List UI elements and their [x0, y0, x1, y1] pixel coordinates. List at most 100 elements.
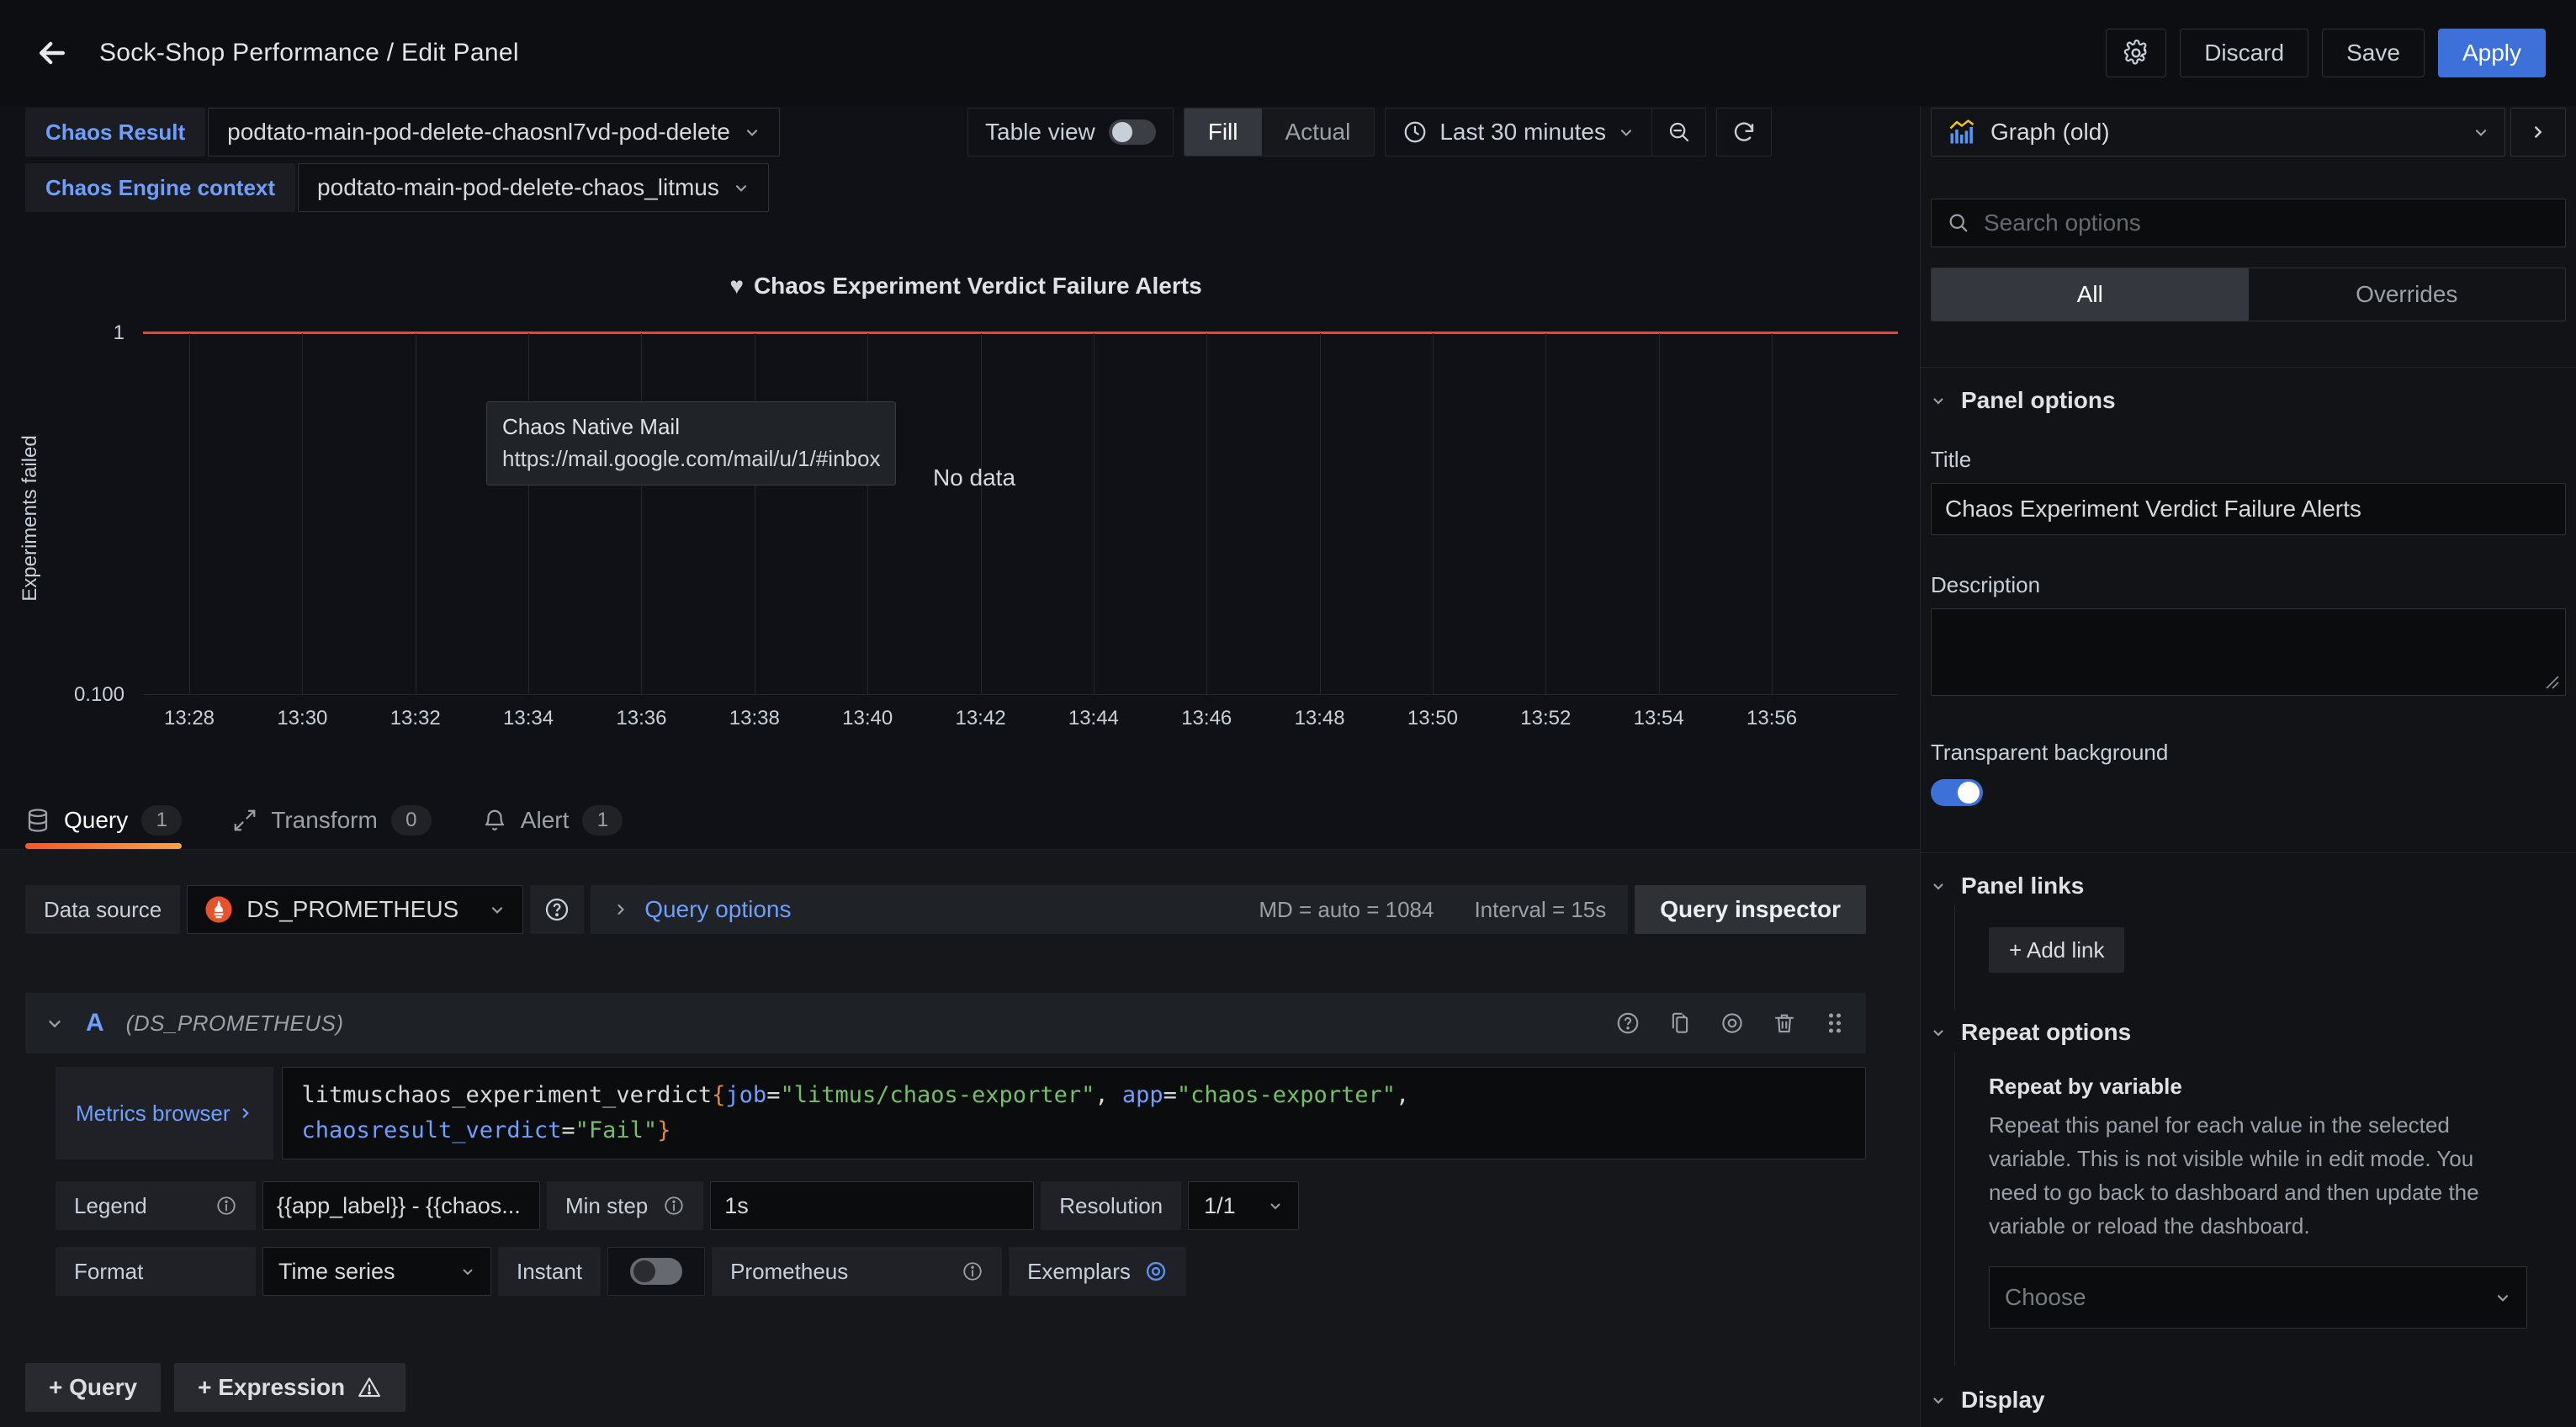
panel-title-input[interactable]: [1931, 483, 2566, 535]
description-field-label: Description: [1931, 572, 2566, 598]
exemplars-field[interactable]: Exemplars: [1009, 1247, 1186, 1296]
query-row-header[interactable]: A (DS_PROMETHEUS): [25, 993, 1866, 1053]
repeat-options-section-header[interactable]: Repeat options: [1931, 1013, 2566, 1052]
tab-transform-label: Transform: [271, 807, 378, 834]
discard-button[interactable]: Discard: [2180, 29, 2308, 77]
delete-query-trash-icon[interactable]: [1772, 1011, 1797, 1036]
prometheus-icon: [204, 895, 233, 924]
panel-links-section-header[interactable]: Panel links: [1931, 867, 2566, 905]
query-editor-section: Data source DS_PROMETHEUS: [0, 850, 1920, 1427]
datasource-help-button[interactable]: [530, 885, 584, 934]
visualization-picker[interactable]: Graph (old): [1931, 108, 2505, 156]
transform-icon: [232, 808, 257, 833]
panel-options-section-header[interactable]: Panel options: [1931, 381, 2566, 420]
collapse-pane-button[interactable]: [2510, 108, 2566, 156]
gridline: [981, 333, 982, 694]
query-datasource-hint: (DS_PROMETHEUS): [126, 1011, 344, 1037]
table-view-label: Table view: [985, 119, 1095, 146]
chart-plot-area[interactable]: [143, 333, 1898, 695]
tab-transform[interactable]: Transform 0: [232, 791, 432, 849]
y-axis-tick: 1: [7, 321, 125, 345]
tab-query[interactable]: Query 1: [25, 791, 182, 849]
duplicate-query-icon[interactable]: [1667, 1011, 1693, 1036]
bell-icon: [482, 808, 507, 833]
x-axis-tick: 13:36: [616, 707, 666, 730]
legend-input[interactable]: [262, 1181, 540, 1230]
refresh-icon: [1731, 119, 1757, 145]
datasource-row: Data source DS_PROMETHEUS: [25, 885, 1866, 934]
fill-option[interactable]: Fill: [1185, 109, 1262, 156]
back-arrow-icon[interactable]: [30, 31, 74, 75]
collapse-chevron-icon[interactable]: [45, 1014, 64, 1032]
panel-settings-button[interactable]: [2106, 29, 2166, 77]
tab-query-label: Query: [64, 807, 128, 834]
repeat-variable-select[interactable]: Choose: [1989, 1266, 2527, 1329]
instant-switch[interactable]: [630, 1258, 682, 1285]
min-step-label: Min step: [565, 1193, 648, 1219]
graph-vis-icon: [1947, 117, 1977, 147]
variable-label: Chaos Engine context: [25, 163, 295, 212]
tab-all[interactable]: All: [1932, 268, 2249, 321]
query-inspector-button[interactable]: Query inspector: [1635, 885, 1866, 934]
datasource-picker[interactable]: DS_PROMETHEUS: [187, 885, 523, 934]
help-circle-icon: [543, 896, 570, 923]
exemplars-label: Exemplars: [1027, 1259, 1131, 1285]
disable-query-eye-icon[interactable]: [1720, 1011, 1745, 1036]
apply-button[interactable]: Apply: [2438, 29, 2546, 77]
instant-toggle[interactable]: [607, 1247, 705, 1296]
info-circle-icon: [215, 1195, 237, 1217]
y-axis-label: Experiments failed: [19, 435, 42, 601]
tab-overrides[interactable]: Overrides: [2249, 268, 2566, 321]
metrics-browser-button[interactable]: Metrics browser: [56, 1067, 273, 1159]
promql-query-input[interactable]: litmuschaos_experiment_verdict{job="litm…: [282, 1067, 1866, 1159]
x-axis-ticks: 13:2813:3013:3213:3413:3613:3813:4013:42…: [143, 707, 1898, 735]
time-range-picker[interactable]: Last 30 minutes: [1385, 108, 1706, 156]
dashboard-variables: Chaos Result podtato-main-pod-delete-cha…: [25, 108, 780, 212]
table-view-switch[interactable]: [1109, 119, 1156, 145]
actual-option[interactable]: Actual: [1262, 109, 1375, 156]
format-select[interactable]: Time series: [262, 1247, 491, 1296]
chevron-down-icon: [1268, 1198, 1283, 1213]
transparent-bg-toggle[interactable]: [1931, 779, 1983, 806]
query-options-bar[interactable]: Query options MD = auto = 1084 Interval …: [591, 885, 1628, 934]
prometheus-type-field: Prometheus: [712, 1247, 1002, 1296]
y-axis-tick: 0.100: [7, 683, 125, 707]
refresh-button[interactable]: [1716, 108, 1772, 156]
chevron-down-icon: [1931, 393, 1946, 408]
top-bar: Sock-Shop Performance / Edit Panel Disca…: [0, 0, 2576, 106]
query-options-row-1: Legend Min step Resolution: [56, 1181, 1866, 1230]
format-label-chip: Format: [56, 1247, 256, 1296]
drag-handle-icon[interactable]: [1824, 1011, 1846, 1036]
panel-description-textarea[interactable]: [1931, 608, 2566, 696]
gridline: [189, 333, 190, 694]
variable-value-dropdown[interactable]: podtato-main-pod-delete-chaosnl7vd-pod-d…: [208, 108, 780, 156]
tab-alert[interactable]: Alert 1: [482, 791, 623, 849]
zoom-out-button[interactable]: [1651, 109, 1705, 156]
help-circle-icon[interactable]: [1615, 1011, 1640, 1036]
gridline: [1772, 333, 1773, 694]
add-query-button[interactable]: + Query: [25, 1363, 161, 1412]
search-options-input[interactable]: Search options: [1931, 199, 2566, 247]
table-view-toggle[interactable]: Table view: [967, 108, 1174, 156]
divider: [1921, 852, 2576, 853]
promql-editor-row: Metrics browser litmuschaos_experiment_v…: [56, 1067, 1866, 1159]
legend-field: Legend: [56, 1181, 256, 1230]
legend-label: Legend: [74, 1193, 147, 1219]
add-expression-button[interactable]: + Expression: [174, 1363, 405, 1412]
variable-value-dropdown[interactable]: podtato-main-pod-delete-chaos_litmus: [298, 163, 769, 212]
save-button[interactable]: Save: [2322, 29, 2425, 77]
tab-query-count: 1: [141, 805, 182, 836]
editor-tabs: Query 1 Transform 0 Alert 1: [0, 791, 1920, 850]
resize-grip-icon[interactable]: [2543, 673, 2560, 690]
display-section-header[interactable]: Display: [1931, 1381, 2566, 1419]
x-axis-tick: 13:40: [842, 707, 893, 730]
title-field-label: Title: [1931, 447, 2566, 473]
min-step-input[interactable]: [710, 1181, 1034, 1230]
chevron-down-icon: [2473, 124, 2489, 141]
add-link-button[interactable]: + Add link: [1989, 927, 2124, 973]
page-title: Sock-Shop Performance / Edit Panel: [99, 39, 519, 67]
time-range-main[interactable]: Last 30 minutes: [1386, 109, 1651, 156]
variable-chaos-engine-context: Chaos Engine context podtato-main-pod-de…: [25, 163, 780, 212]
gridline: [1659, 333, 1660, 694]
resolution-select[interactable]: 1/1: [1188, 1181, 1299, 1230]
